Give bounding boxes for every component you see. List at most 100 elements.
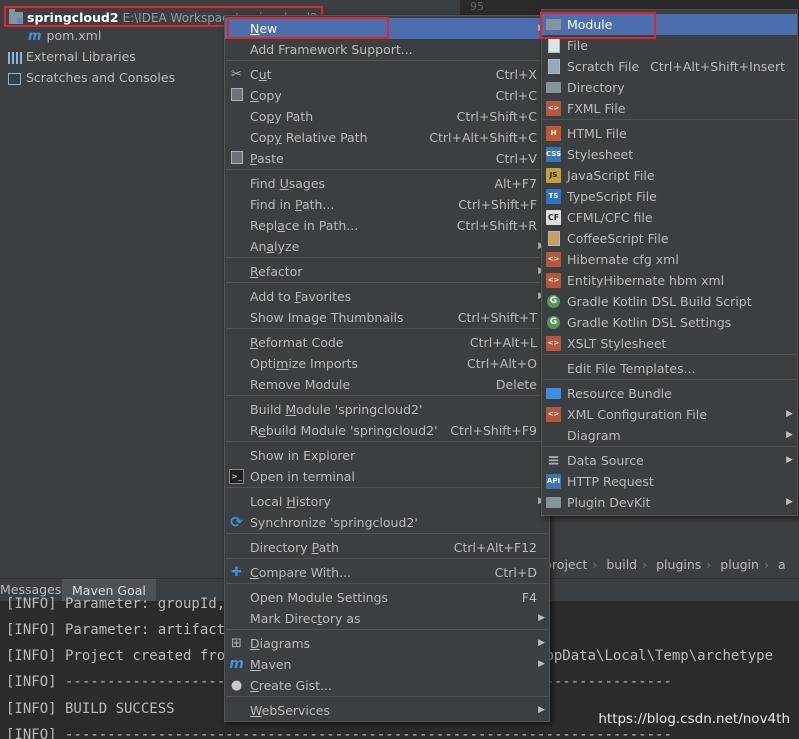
menu-separator — [226, 60, 548, 61]
context-menu-item-optimize-imports[interactable]: Optimize Imports Ctrl+Alt+O — [225, 353, 549, 374]
breadcrumb-item[interactable]: build — [606, 557, 637, 572]
context-menu-item-copy[interactable]: Copy Ctrl+C — [225, 85, 549, 106]
watermark: https://blog.csdn.net/nov4th — [598, 711, 790, 727]
context-menu-item-refactor[interactable]: Refactor▶ — [225, 261, 549, 282]
context-menu-item-copy-path[interactable]: Copy Path Ctrl+Shift+C — [225, 106, 549, 127]
project-root-name: springcloud2 — [27, 10, 119, 25]
new-submenu-item-label: Module — [567, 17, 613, 32]
context-menu-item-diagrams[interactable]: ⊞ Diagrams ▶ — [225, 633, 549, 654]
context-menu-item-new[interactable]: New▶ — [225, 18, 549, 39]
context-menu-item-label: Compare With... — [250, 565, 351, 580]
new-submenu-item-label: Gradle Kotlin DSL Build Script — [567, 294, 752, 309]
menu-separator — [226, 696, 548, 697]
xslt-icon: <> — [546, 336, 561, 351]
new-submenu-item-label: Stylesheet — [567, 147, 634, 162]
new-submenu-item-typescript-file[interactable]: TS TypeScript File — [542, 186, 797, 207]
new-submenu-item-edit-file-templates[interactable]: Edit File Templates... — [542, 358, 797, 379]
new-submenu-item-scratch-file[interactable]: Scratch File Ctrl+Alt+Shift+Insert — [542, 56, 797, 77]
context-menu-item-mark-directory-as[interactable]: Mark Directory as ▶ — [225, 608, 549, 629]
new-submenu-item-stylesheet[interactable]: CSS Stylesheet — [542, 144, 797, 165]
context-menu-item-add-to-favorites[interactable]: Add to Favorites▶ — [225, 286, 549, 307]
breadcrumb-item[interactable]: project — [544, 557, 587, 572]
new-submenu-item-gradle-kotlin-dsl-build-script[interactable]: G Gradle Kotlin DSL Build Script — [542, 291, 797, 312]
context-menu-item-remove-module[interactable]: Remove Module Delete — [225, 374, 549, 395]
submenu-arrow-icon: ▶ — [538, 613, 545, 623]
context-menu-item-directory-path[interactable]: Directory Path Ctrl+Alt+F12 — [225, 537, 549, 558]
context-menu-item-label: Replace in Path... — [250, 218, 359, 233]
breadcrumb-item[interactable]: plugin — [720, 557, 759, 572]
context-menu-item-shortcut: Ctrl+Shift+C — [456, 109, 537, 124]
new-submenu-item-resource-bundle[interactable]: Resource Bundle — [542, 383, 797, 404]
context-menu-item-label: Refactor — [250, 264, 303, 279]
context-menu-item-find-in-path[interactable]: Find in Path... Ctrl+Shift+F — [225, 194, 549, 215]
menu-separator — [543, 354, 796, 355]
context-menu-item-open-in-terminal[interactable]: >_ Open in terminal — [225, 466, 549, 487]
new-submenu-item-data-source[interactable]: ≡ Data Source ▶ — [542, 450, 797, 471]
sync-icon: ⟳ — [230, 513, 243, 531]
diagram-icon: ⊞ — [231, 636, 242, 651]
tree-item-pom[interactable]: m pom.xml — [28, 25, 101, 46]
new-submenu-item-cfml-cfc-file[interactable]: CF CFML/CFC file — [542, 207, 797, 228]
new-submenu-item-label: CoffeeScript File — [567, 231, 669, 246]
plugin-icon — [546, 497, 561, 508]
compare-icon: ✚ — [231, 565, 242, 580]
new-submenu-item-html-file[interactable]: H HTML File — [542, 123, 797, 144]
new-submenu-item-http-request[interactable]: API HTTP Request — [542, 471, 797, 492]
context-menu-item-add-framework-support[interactable]: Add Framework Support... — [225, 39, 549, 60]
context-menu-item-shortcut: Ctrl+Alt+O — [467, 356, 537, 371]
context-menu-item-open-module-settings[interactable]: Open Module Settings F4 — [225, 587, 549, 608]
context-menu-item-label: Create Gist... — [250, 678, 333, 693]
context-menu: New▶Add Framework Support...✂CutCtrl+XCo… — [224, 15, 550, 722]
submenu-arrow-icon: ▶ — [786, 497, 793, 507]
new-submenu-item-fxml-file[interactable]: <> FXML File — [542, 98, 797, 119]
context-menu-item-label: Open Module Settings — [250, 590, 389, 605]
tree-item-external-libraries[interactable]: External Libraries — [8, 46, 136, 67]
new-submenu-item-file[interactable]: File — [542, 35, 797, 56]
console-line: [INFO] ---------------------------------… — [6, 727, 672, 739]
new-submenu-item-plugin-devkit[interactable]: Plugin DevKit ▶ — [542, 492, 797, 513]
context-menu-item-label: Rebuild Module 'springcloud2' — [250, 423, 438, 438]
new-submenu-item-module[interactable]: Module — [542, 14, 797, 35]
context-menu-item-compare-with[interactable]: ✚ Compare With... Ctrl+D — [225, 562, 549, 583]
context-menu-item-analyze[interactable]: Analyze▶ — [225, 236, 549, 257]
context-menu-item-cut[interactable]: ✂ Cut Ctrl+X — [225, 64, 549, 85]
context-menu-item-replace-in-path[interactable]: Replace in Path... Ctrl+Shift+R — [225, 215, 549, 236]
breadcrumb-separator: › — [706, 557, 712, 572]
context-menu-item-show-in-explorer[interactable]: Show in Explorer — [225, 445, 549, 466]
new-submenu-item-entityhibernate-hbm-xml[interactable]: <> EntityHibernate hbm xml — [542, 270, 797, 291]
breadcrumb-separator: › — [592, 557, 598, 572]
new-submenu-item-xslt-stylesheet[interactable]: <> XSLT Stylesheet — [542, 333, 797, 354]
new-submenu-item-gradle-kotlin-dsl-settings[interactable]: G Gradle Kotlin DSL Settings — [542, 312, 797, 333]
context-menu-item-shortcut: Ctrl+Alt+L — [469, 335, 537, 350]
context-menu-item-shortcut: Ctrl+Alt+F12 — [453, 540, 537, 555]
menu-separator — [226, 629, 548, 630]
context-menu-item-rebuild-module-springcloud2[interactable]: Rebuild Module 'springcloud2' Ctrl+Shift+… — [225, 420, 549, 441]
breadcrumb-item[interactable]: plugins — [656, 557, 701, 572]
new-submenu-item-xml-configuration-file[interactable]: <> XML Configuration File ▶ — [542, 404, 797, 425]
context-menu-item-label: Show in Explorer — [250, 448, 356, 463]
context-menu-item-create-gist[interactable]: ● Create Gist... — [225, 675, 549, 696]
context-menu-item-find-usages[interactable]: Find Usages Alt+F7 — [225, 173, 549, 194]
context-menu-item-show-image-thumbnails[interactable]: Show Image Thumbnails Ctrl+Shift+T — [225, 307, 549, 328]
context-menu-item-shortcut: Ctrl+X — [495, 67, 537, 82]
new-submenu-item-label: File — [567, 38, 588, 53]
breadcrumb-item[interactable]: a — [778, 557, 786, 572]
context-menu-item-build-module-springcloud2[interactable]: Build Module 'springcloud2' — [225, 399, 549, 420]
new-submenu-item-javascript-file[interactable]: JS JavaScript File — [542, 165, 797, 186]
new-submenu-item-label: Directory — [567, 80, 625, 95]
new-submenu-item-label: XML Configuration File — [567, 407, 707, 422]
console-line: [INFO] BUILD SUCCESS — [6, 701, 175, 717]
context-menu-item-paste[interactable]: Paste Ctrl+V — [225, 148, 549, 169]
new-submenu-item-directory[interactable]: Directory — [542, 77, 797, 98]
context-menu-item-copy-relative-path[interactable]: Copy Relative Path Ctrl+Alt+Shift+C — [225, 127, 549, 148]
tree-item-scratches[interactable]: Scratches and Consoles — [8, 67, 175, 88]
new-submenu-item-hibernate-cfg-xml[interactable]: <> Hibernate cfg xml — [542, 249, 797, 270]
new-submenu-item-coffeescript-file[interactable]: CoffeeScript File — [542, 228, 797, 249]
new-submenu-item-diagram[interactable]: Diagram ▶ — [542, 425, 797, 446]
context-menu-item-maven[interactable]: m Maven ▶ — [225, 654, 549, 675]
context-menu-item-webservices[interactable]: WebServices ▶ — [225, 700, 549, 721]
context-menu-item-reformat-code[interactable]: Reformat Code Ctrl+Alt+L — [225, 332, 549, 353]
context-menu-item-label: Reformat Code — [250, 335, 344, 350]
context-menu-item-synchronize-springcloud2[interactable]: ⟳ Synchronize 'springcloud2' — [225, 512, 549, 533]
context-menu-item-local-history[interactable]: Local History▶ — [225, 491, 549, 512]
